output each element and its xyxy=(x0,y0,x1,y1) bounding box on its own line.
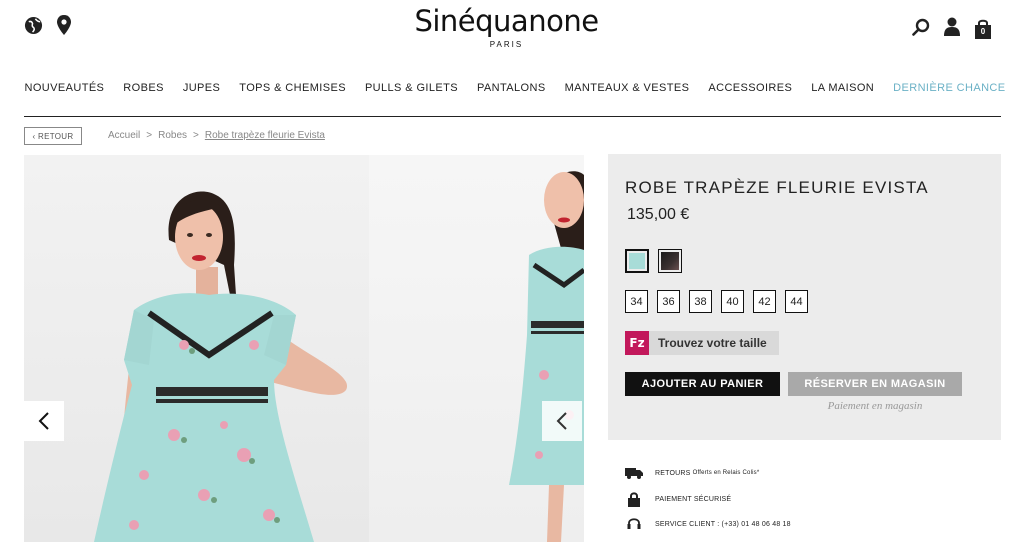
reserve-in-store-button[interactable]: RÉSERVER EN MAGASIN xyxy=(788,372,962,396)
user-icon[interactable] xyxy=(944,17,960,41)
product-info-panel: ROBE TRAPÈZE FLEURIE EVISTA 135,00 € 34 … xyxy=(608,154,1001,440)
reserve-note: Paiement en magasin xyxy=(827,400,923,412)
brand-subtitle: PARIS xyxy=(489,40,524,49)
product-price: 135,00 € xyxy=(627,206,690,223)
nav-item-pulls-gilets[interactable]: PULLS & GILETS xyxy=(365,82,458,94)
color-swatch-black[interactable] xyxy=(658,249,682,273)
chevron-left-icon xyxy=(38,412,49,430)
product-photo-main xyxy=(24,155,369,542)
product-title: ROBE TRAPÈZE FLEURIE EVISTA xyxy=(625,178,929,197)
shopping-bag-icon[interactable]: 0 xyxy=(974,19,992,39)
size-option[interactable]: 34 xyxy=(625,290,648,313)
main-nav: NOUVEAUTÉS ROBES JUPES TOPS & CHEMISES P… xyxy=(0,82,1030,94)
back-button[interactable]: ‹ RETOUR xyxy=(24,127,82,145)
nav-item-robes[interactable]: ROBES xyxy=(123,82,164,94)
size-option[interactable]: 42 xyxy=(753,290,776,313)
breadcrumb-robes[interactable]: Robes xyxy=(158,130,187,141)
cart-count: 0 xyxy=(980,27,986,36)
nav-item-accessoires[interactable]: ACCESSOIRES xyxy=(708,82,792,94)
nav-item-manteaux-vestes[interactable]: MANTEAUX & VESTES xyxy=(565,82,690,94)
nav-item-nouveautes[interactable]: NOUVEAUTÉS xyxy=(25,82,105,94)
size-option[interactable]: 36 xyxy=(657,290,680,313)
nav-item-jupes[interactable]: JUPES xyxy=(183,82,220,94)
breadcrumb-separator: > xyxy=(146,130,153,141)
brand-name: Sinéquanone xyxy=(414,4,599,38)
breadcrumb-separator: > xyxy=(193,130,199,141)
gallery-prev-button[interactable] xyxy=(24,401,64,441)
headset-icon xyxy=(625,517,643,531)
product-gallery[interactable] xyxy=(24,155,584,542)
gallery-next-button[interactable] xyxy=(542,401,582,441)
lock-icon xyxy=(625,492,643,507)
product-photo-secondary xyxy=(369,155,584,542)
size-finder-button[interactable]: Fz Trouvez votre taille xyxy=(625,331,779,355)
header-right-icons: 0 xyxy=(912,17,992,41)
service-client: SERVICE CLIENT : (+33) 01 48 06 48 18 xyxy=(625,517,791,531)
breadcrumb-current[interactable]: Robe trapèze fleurie Evista xyxy=(205,130,325,141)
nav-item-pantalons[interactable]: PANTALONS xyxy=(477,82,546,94)
nav-item-derniere-chance[interactable]: DERNIÈRE CHANCE xyxy=(893,82,1005,94)
size-finder-label: Trouvez votre taille xyxy=(658,336,767,350)
size-option[interactable]: 40 xyxy=(721,290,744,313)
color-swatch-mint[interactable] xyxy=(625,249,649,273)
breadcrumb-home[interactable]: Accueil xyxy=(108,130,140,141)
add-to-cart-button[interactable]: AJOUTER AU PANIER xyxy=(625,372,780,396)
chevron-left-icon xyxy=(556,412,567,430)
brand-logo[interactable]: Sinéquanone PARIS xyxy=(0,4,1013,49)
nav-item-la-maison[interactable]: LA MAISON xyxy=(811,82,874,94)
breadcrumb: Accueil > Robes > Robe trapèze fleurie E… xyxy=(108,130,325,141)
fitizzy-logo: Fz xyxy=(625,331,649,355)
size-option[interactable]: 44 xyxy=(785,290,808,313)
service-client-label: SERVICE CLIENT : (+33) 01 48 06 48 18 xyxy=(655,520,791,528)
nav-item-tops-chemises[interactable]: TOPS & CHEMISES xyxy=(239,82,346,94)
truck-icon xyxy=(625,467,643,479)
service-returns: RETOURS Offerts en Relais Colis* xyxy=(625,467,759,479)
service-returns-detail: Offerts en Relais Colis* xyxy=(692,470,760,476)
service-returns-label: RETOURS xyxy=(655,469,691,477)
size-option[interactable]: 38 xyxy=(689,290,712,313)
service-secure-payment: PAIEMENT SÉCURISÉ xyxy=(625,492,731,507)
service-secure-label: PAIEMENT SÉCURISÉ xyxy=(655,496,732,503)
size-selector: 34 36 38 40 42 44 xyxy=(625,290,808,313)
search-icon[interactable] xyxy=(912,18,930,41)
nav-divider xyxy=(24,116,1001,117)
